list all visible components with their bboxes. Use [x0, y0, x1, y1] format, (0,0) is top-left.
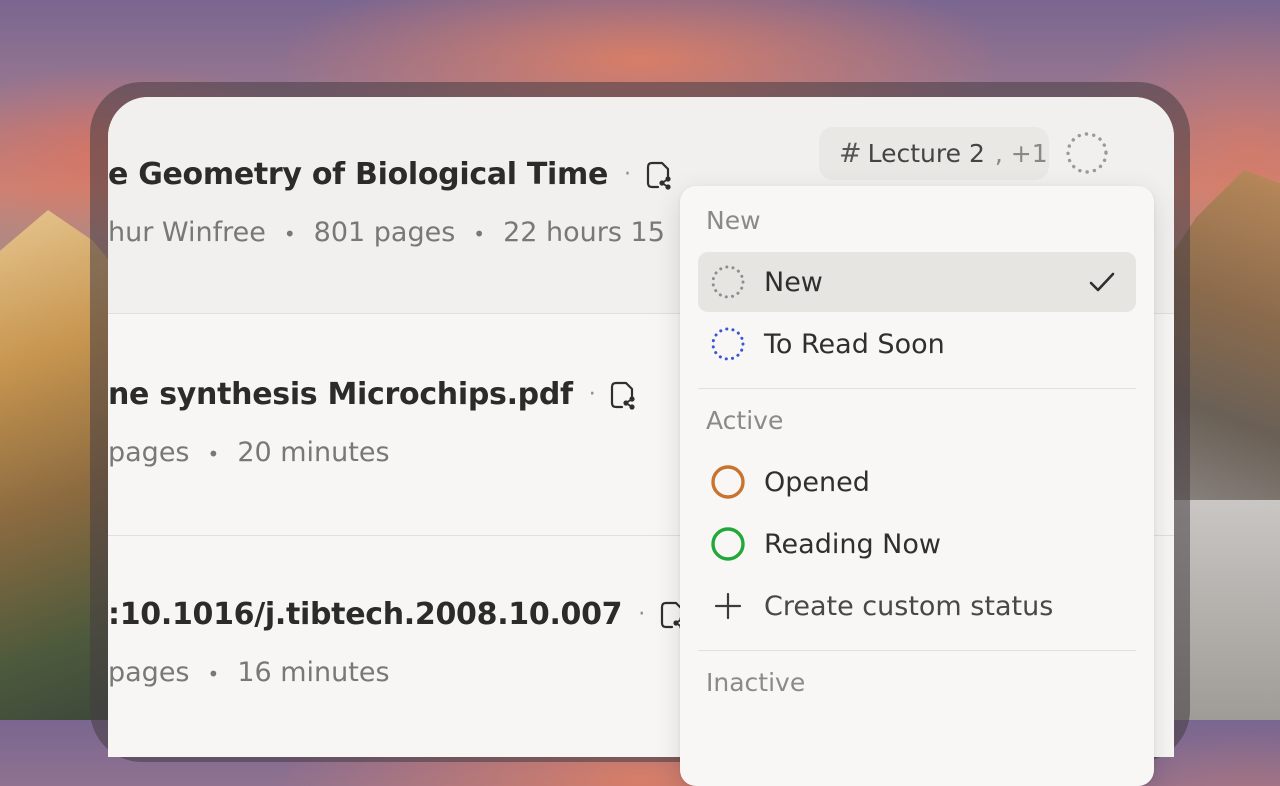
- section-label-inactive: Inactive: [706, 668, 806, 697]
- document-meta: pages • 20 minutes: [108, 437, 390, 468]
- status-new-dotted-circle-icon[interactable]: [1064, 130, 1110, 176]
- status-option-opened[interactable]: Opened: [698, 452, 1136, 512]
- document-meta: pages • 16 minutes: [108, 657, 390, 688]
- meta-separator: •: [473, 222, 486, 246]
- status-option-label: New: [764, 266, 823, 298]
- menu-divider: [698, 650, 1136, 651]
- status-option-reading-now[interactable]: Reading Now: [698, 514, 1136, 574]
- create-custom-status-button[interactable]: Create custom status: [698, 576, 1136, 636]
- tag-chip-lecture-2[interactable]: # Lecture 2 , +1: [819, 127, 1049, 180]
- title-separator: ·: [624, 162, 631, 187]
- document-reading-time: 16 minutes: [237, 657, 390, 688]
- status-option-label: Reading Now: [764, 528, 941, 560]
- checkmark-icon: [1089, 272, 1115, 292]
- section-label-active: Active: [706, 406, 784, 435]
- tag-more-count: , +1: [994, 139, 1048, 168]
- status-option-new[interactable]: New: [698, 252, 1136, 312]
- document-reading-time: 22 hours 15: [503, 217, 665, 248]
- status-option-label: To Read Soon: [764, 328, 945, 360]
- plus-icon: [714, 592, 742, 620]
- status-option-to-read-soon[interactable]: To Read Soon: [698, 314, 1136, 374]
- title-separator: ·: [638, 602, 645, 627]
- section-label-new: New: [706, 206, 761, 235]
- meta-separator: •: [207, 662, 220, 686]
- shared-document-icon[interactable]: [643, 160, 673, 190]
- document-pages: pages: [108, 437, 190, 468]
- document-pages: pages: [108, 657, 190, 688]
- status-option-label: Create custom status: [764, 590, 1054, 622]
- circle-orange-icon: [711, 465, 745, 499]
- menu-divider: [698, 388, 1136, 389]
- document-title-line: ne synthesis Microchips.pdf ·: [108, 377, 637, 412]
- status-dropdown-menu: New New To Read Soon Active Opened Readi…: [680, 186, 1154, 786]
- meta-separator: •: [283, 222, 296, 246]
- shared-document-icon[interactable]: [607, 380, 637, 410]
- meta-separator: •: [207, 442, 220, 466]
- document-title[interactable]: :10.1016/j.tibtech.2008.10.007: [108, 597, 623, 632]
- document-title-line: e Geometry of Biological Time ·: [108, 157, 673, 192]
- document-title[interactable]: ne synthesis Microchips.pdf: [108, 377, 573, 412]
- document-title-line: :10.1016/j.tibtech.2008.10.007 ·: [108, 597, 687, 632]
- document-author: hur Winfree: [108, 217, 266, 248]
- tag-label: Lecture 2: [867, 139, 985, 168]
- document-pages: 801 pages: [313, 217, 456, 248]
- dotted-circle-gray-icon: [711, 265, 745, 299]
- hash-icon: #: [839, 138, 862, 169]
- circle-green-icon: [711, 527, 745, 561]
- dotted-circle-blue-icon: [711, 327, 745, 361]
- title-separator: ·: [588, 382, 596, 407]
- document-meta: hur Winfree • 801 pages • 22 hours 15: [108, 217, 665, 248]
- document-title[interactable]: e Geometry of Biological Time: [108, 157, 608, 192]
- status-option-label: Opened: [764, 466, 870, 498]
- document-reading-time: 20 minutes: [237, 437, 390, 468]
